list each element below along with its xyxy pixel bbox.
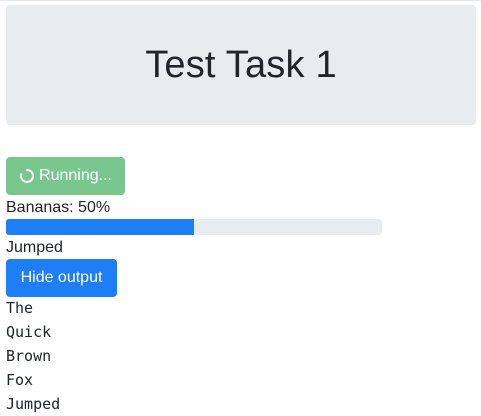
status-text: Jumped — [6, 239, 63, 256]
page-title: Test Task 1 — [145, 43, 337, 86]
output-line: Brown — [6, 347, 52, 365]
header-jumbotron: Test Task 1 — [6, 5, 476, 125]
progress-bar-fill — [6, 219, 194, 235]
spinner-icon — [20, 168, 35, 183]
output-log: The Quick Brown Fox Jumped — [6, 299, 60, 416]
output-line: Fox — [6, 371, 34, 389]
page: Test Task 1 Running... Bananas: 50% Jump… — [0, 0, 481, 416]
running-button-label: Running... — [39, 167, 112, 184]
hide-output-button[interactable]: Hide output — [6, 259, 117, 297]
output-line: The — [6, 299, 34, 317]
progress-label: Bananas: 50% — [6, 199, 111, 216]
progress-bar — [6, 219, 382, 235]
running-button[interactable]: Running... — [6, 157, 125, 195]
output-line: Jumped — [6, 395, 61, 413]
output-line: Quick — [6, 323, 52, 341]
